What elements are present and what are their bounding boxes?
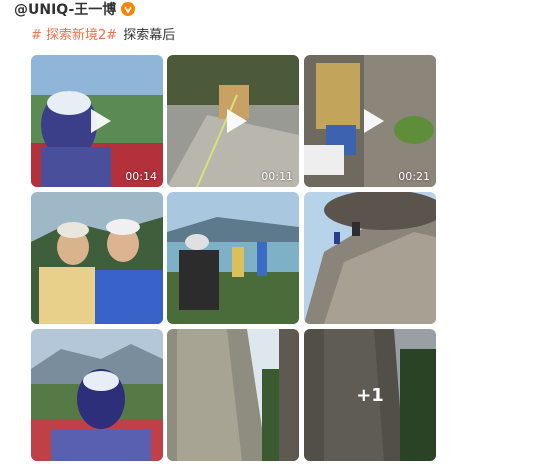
more-images-overlay[interactable]: +1 — [304, 329, 436, 461]
play-icon — [91, 109, 111, 133]
video-duration: 00:11 — [261, 170, 293, 183]
media-tile-1[interactable]: 00:14 — [31, 55, 163, 187]
post-text: # 探索新境2# 探索幕后 — [31, 24, 175, 43]
media-tile-5[interactable] — [167, 192, 299, 324]
media-tile-6[interactable] — [304, 192, 436, 324]
media-tile-7[interactable] — [31, 329, 163, 461]
author-name[interactable]: @UNIQ-王一博 — [14, 0, 116, 19]
post-caption: 探索幕后 — [123, 28, 176, 43]
media-tile-3[interactable]: 00:21 — [304, 55, 436, 187]
media-tile-9[interactable]: +1 — [304, 329, 436, 461]
video-duration: 00:21 — [398, 170, 430, 183]
topic-link[interactable]: # 探索新境2# — [31, 24, 117, 43]
play-icon — [227, 109, 247, 133]
video-duration: 00:14 — [125, 170, 157, 183]
media-tile-8[interactable] — [167, 329, 299, 461]
media-tile-2[interactable]: 00:11 — [167, 55, 299, 187]
play-icon — [364, 109, 384, 133]
post-header: @UNIQ-王一博 — [14, 0, 136, 19]
verified-badge-icon — [121, 2, 136, 16]
media-tile-4[interactable] — [31, 192, 163, 324]
